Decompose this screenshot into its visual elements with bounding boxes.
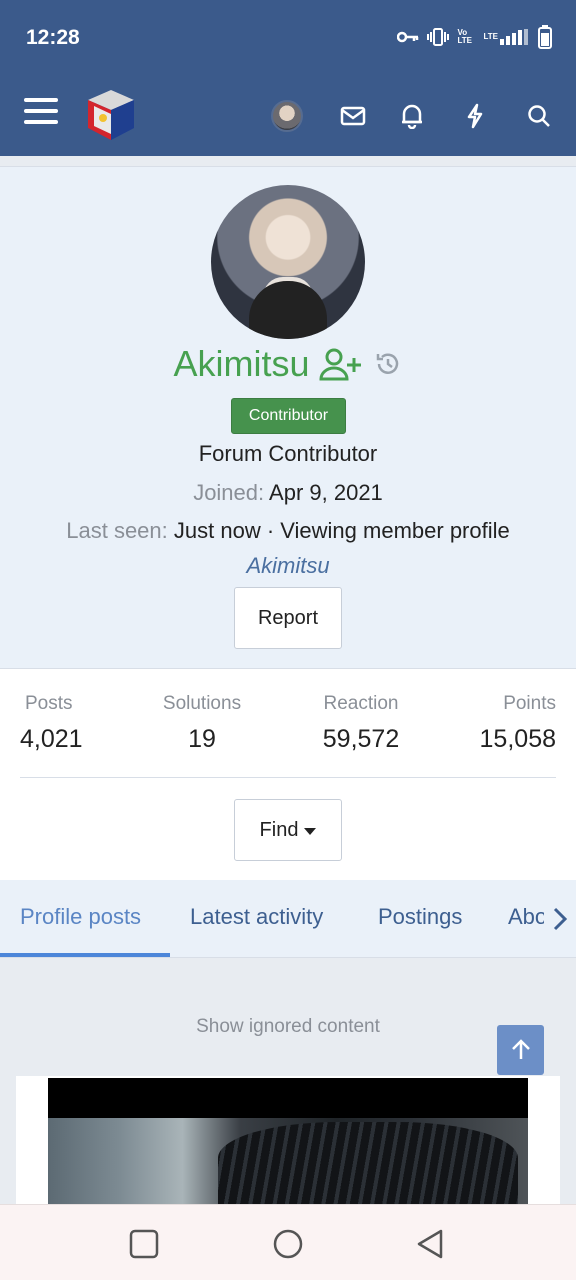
chevron-down-icon <box>304 827 317 835</box>
stat-reaction[interactable]: Reaction 59,572 <box>318 693 404 754</box>
lightning-icon[interactable] <box>459 100 491 132</box>
joined-label: Joined: <box>193 480 265 505</box>
show-ignored-content-link[interactable]: Show ignored content <box>0 1016 576 1038</box>
active-tab-indicator <box>0 953 170 957</box>
user-title: Forum Contributor <box>198 441 378 466</box>
system-navigation-bar <box>0 1204 576 1280</box>
site-logo[interactable] <box>84 88 138 142</box>
username-row: Akimitsu <box>0 343 576 393</box>
find-label: Find <box>259 818 299 841</box>
lte-signal-icon: LTE <box>483 29 530 45</box>
bell-icon[interactable] <box>396 100 428 132</box>
stat-points[interactable]: Points 15,058 <box>470 693 556 754</box>
stat-value: 15,058 <box>479 725 556 753</box>
joined-value: Apr 9, 2021 <box>269 480 383 505</box>
mail-icon[interactable] <box>337 100 369 132</box>
volte-icon: Vo LTE <box>457 28 472 45</box>
vpn-key-icon <box>397 30 419 44</box>
last-seen-label: Last seen: <box>66 518 168 543</box>
nav-bar <box>0 76 576 156</box>
back-icon[interactable] <box>414 1227 448 1261</box>
home-icon[interactable] <box>271 1227 305 1261</box>
find-dropdown-button[interactable]: Find <box>234 799 342 861</box>
recent-apps-icon[interactable] <box>127 1227 161 1261</box>
stat-solutions[interactable]: Solutions 19 <box>157 693 247 754</box>
viewing-member-link[interactable]: Akimitsu <box>0 553 576 579</box>
stat-label: Reaction <box>323 693 399 714</box>
tab-latest-activity[interactable]: Latest activity <box>190 904 323 930</box>
follow-user-icon[interactable] <box>318 346 364 382</box>
stat-label: Points <box>503 693 556 714</box>
profile-avatar[interactable] <box>211 185 365 339</box>
profile-header: Akimitsu Contributor Forum Contributor J… <box>0 166 576 668</box>
username[interactable]: Akimitsu <box>174 343 310 384</box>
tab-postings[interactable]: Postings <box>378 904 462 930</box>
history-icon[interactable] <box>374 350 402 378</box>
profile-post-card <box>16 1076 560 1206</box>
vibrate-icon <box>427 27 450 47</box>
stat-value: 19 <box>188 725 216 753</box>
stat-value: 59,572 <box>322 725 400 753</box>
stat-value: 4,021 <box>20 725 83 753</box>
report-button[interactable]: Report <box>234 587 342 649</box>
last-seen-line: Last seen: Just now · Viewing member pro… <box>0 518 576 544</box>
battery-icon <box>538 25 552 49</box>
chevron-right-icon[interactable] <box>544 880 576 957</box>
stat-posts[interactable]: Posts 4,021 <box>20 693 83 754</box>
app-header: 12:28 Vo LTE LTE <box>0 0 576 156</box>
stat-label: Posts <box>25 693 73 714</box>
status-bar: 12:28 Vo LTE LTE <box>0 0 576 76</box>
joined-line: Joined: Apr 9, 2021 <box>0 480 576 506</box>
post-media-image[interactable] <box>48 1078 528 1206</box>
stat-label: Solutions <box>162 693 242 714</box>
user-banner-badge: Contributor <box>231 398 346 434</box>
member-stats: Posts 4,021 Solutions 19 Reaction 59,572… <box>0 668 576 880</box>
last-seen-value: Just now · Viewing member profile <box>173 518 510 543</box>
search-icon[interactable] <box>523 100 555 132</box>
user-avatar[interactable] <box>271 100 303 132</box>
status-time: 12:28 <box>26 26 80 49</box>
profile-tabs: Profile posts Latest activity Postings A… <box>0 880 576 958</box>
tab-profile-posts[interactable]: Profile posts <box>20 904 141 930</box>
status-icons: Vo LTE LTE <box>397 25 552 49</box>
stats-divider <box>20 777 556 778</box>
menu-icon[interactable] <box>24 98 58 128</box>
scroll-to-top-button[interactable] <box>497 1025 544 1075</box>
